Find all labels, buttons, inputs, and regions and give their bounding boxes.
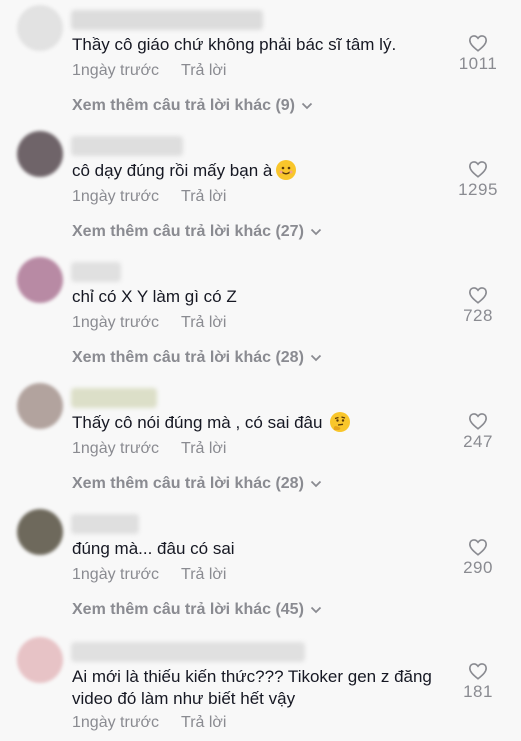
- like-count: 290: [463, 558, 493, 577]
- timestamp: 1ngày trước: [72, 714, 160, 731]
- comment-item: cô dạy đúng rồi mấy bạn à 1ngày trước Trả…: [0, 128, 521, 254]
- comment-item: Ai mới là thiếu kiến thức??? Tikoker gen…: [0, 634, 521, 741]
- avatar[interactable]: [17, 131, 63, 177]
- heart-icon: [468, 287, 488, 304]
- comment-meta: 1ngày trước Trả lời: [72, 62, 226, 80]
- like-count: 181: [463, 682, 493, 701]
- view-more-label: Xem thêm câu trả lời khác (28): [72, 349, 304, 366]
- timestamp: 1ngày trước: [72, 188, 160, 205]
- heart-icon: [468, 413, 488, 430]
- reply-button[interactable]: Trả lời: [181, 62, 226, 79]
- comment-item: đúng mà... đâu có sai 1ngày trước Trả lời…: [0, 506, 521, 632]
- timestamp: 1ngày trước: [72, 62, 160, 79]
- username-blurred[interactable]: [71, 262, 121, 282]
- heart-icon: [468, 35, 488, 52]
- comment-meta: 1ngày trước Trả lời: [72, 714, 226, 732]
- comment-text: Ai mới là thiếu kiến thức??? Tikoker gen…: [72, 667, 432, 708]
- chevron-down-icon: [310, 606, 322, 614]
- like-count: 247: [463, 432, 493, 451]
- view-more-label: Xem thêm câu trả lời khác (27): [72, 223, 304, 240]
- comment-meta: 1ngày trước Trả lời: [72, 188, 226, 206]
- view-more-replies[interactable]: Xem thêm câu trả lời khác (28): [72, 349, 322, 367]
- comment-text: chỉ có X Y làm gì có Z: [72, 287, 237, 306]
- like-count: 728: [463, 306, 493, 325]
- reply-button[interactable]: Trả lời: [181, 440, 226, 457]
- comment-text-content: Thấy cô nói đúng mà , có sai đâu: [72, 413, 323, 432]
- chevron-down-icon: [310, 480, 322, 488]
- username-blurred[interactable]: [71, 136, 183, 156]
- heart-icon: [468, 663, 488, 680]
- comment-text: Thấy cô nói đúng mà , có sai đâu: [72, 412, 452, 434]
- view-more-replies[interactable]: Xem thêm câu trả lời khác (45): [72, 601, 322, 619]
- reply-button[interactable]: Trả lời: [181, 566, 226, 583]
- comment-text: đúng mà... đâu có sai: [72, 539, 235, 558]
- avatar[interactable]: [17, 509, 63, 555]
- username-blurred[interactable]: [71, 514, 139, 534]
- username-blurred[interactable]: [71, 642, 305, 662]
- smile-emoji-icon: [276, 160, 297, 180]
- avatar[interactable]: [17, 257, 63, 303]
- username-blurred[interactable]: [71, 10, 263, 30]
- avatar[interactable]: [17, 637, 63, 683]
- heart-icon: [468, 161, 488, 178]
- comment-text-content: cô dạy đúng rồi mấy bạn à: [72, 161, 273, 180]
- view-more-label: Xem thêm câu trả lời khác (45): [72, 601, 304, 618]
- thinking-emoji-icon: [330, 412, 351, 432]
- comment-meta: 1ngày trước Trả lời: [72, 566, 226, 584]
- like-button[interactable]: 247: [453, 412, 503, 452]
- like-button[interactable]: 1295: [453, 160, 503, 200]
- username-blurred[interactable]: [71, 388, 157, 408]
- like-count: 1011: [458, 54, 498, 73]
- comment-text: cô dạy đúng rồi mấy bạn à: [72, 160, 452, 182]
- chevron-down-icon: [310, 228, 322, 236]
- like-button[interactable]: 1011: [453, 34, 503, 74]
- view-more-replies[interactable]: Xem thêm câu trả lời khác (28): [72, 475, 322, 493]
- reply-button[interactable]: Trả lời: [181, 188, 226, 205]
- timestamp: 1ngày trước: [72, 314, 160, 331]
- avatar[interactable]: [17, 5, 63, 51]
- comment-meta: 1ngày trước Trả lời: [72, 440, 226, 458]
- comment-meta: 1ngày trước Trả lời: [72, 314, 226, 332]
- comment-item: Thầy cô giáo chứ không phải bác sĩ tâm l…: [0, 2, 521, 128]
- like-count: 1295: [458, 180, 498, 199]
- view-more-label: Xem thêm câu trả lời khác (9): [72, 97, 296, 114]
- timestamp: 1ngày trước: [72, 440, 160, 457]
- view-more-replies[interactable]: Xem thêm câu trả lời khác (27): [72, 223, 322, 241]
- chevron-down-icon: [301, 102, 313, 110]
- like-button[interactable]: 181: [453, 662, 503, 702]
- view-more-replies[interactable]: Xem thêm câu trả lời khác (9): [72, 97, 313, 115]
- chevron-down-icon: [310, 354, 322, 362]
- avatar[interactable]: [17, 383, 63, 429]
- reply-button[interactable]: Trả lời: [181, 314, 226, 331]
- comment-text: Thầy cô giáo chứ không phải bác sĩ tâm l…: [72, 35, 397, 54]
- comment-item: Thấy cô nói đúng mà , có sai đâu 1ngày t…: [0, 380, 521, 506]
- reply-button[interactable]: Trả lời: [181, 714, 226, 731]
- comment-item: chỉ có X Y làm gì có Z 1ngày trước Trả lờ…: [0, 254, 521, 380]
- like-button[interactable]: 728: [453, 286, 503, 326]
- view-more-label: Xem thêm câu trả lời khác (28): [72, 475, 304, 492]
- timestamp: 1ngày trước: [72, 566, 160, 583]
- like-button[interactable]: 290: [453, 538, 503, 578]
- heart-icon: [468, 539, 488, 556]
